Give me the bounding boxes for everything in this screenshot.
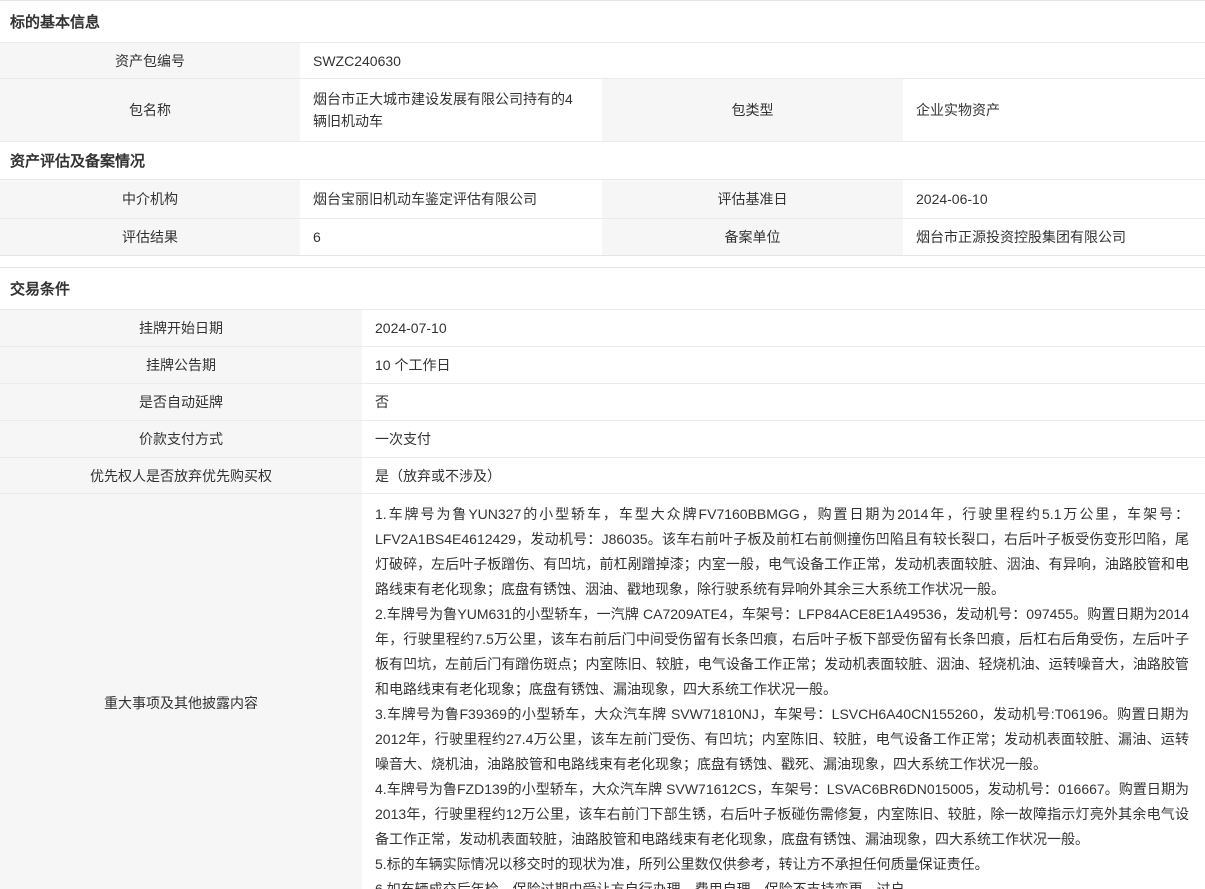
- listing-period-value: 10 个工作日: [362, 347, 1205, 383]
- section-title-basic-info: 标的基本信息: [0, 1, 1205, 42]
- table-row: 中介机构 烟台宝丽旧机动车鉴定评估有限公司 评估基准日 2024-06-10: [0, 179, 1205, 218]
- asset-package-no-label: 资产包编号: [0, 43, 300, 78]
- table-row: 资产包编号 SWZC240630: [0, 42, 1205, 78]
- filing-unit-value: 烟台市正源投资控股集团有限公司: [903, 219, 1205, 255]
- section-title-trade-conditions: 交易条件: [0, 268, 1205, 309]
- asset-package-no-value: SWZC240630: [300, 43, 1205, 78]
- auto-extension-label: 是否自动延牌: [0, 384, 362, 420]
- table-row: 优先权人是否放弃优先购买权 是（放弃或不涉及）: [0, 457, 1205, 493]
- listing-start-date-label: 挂牌开始日期: [0, 310, 362, 346]
- disclosure-label: 重大事项及其他披露内容: [0, 494, 362, 889]
- disclosure-item-4: 4.车牌号为鲁FZD139的小型轿车，大众汽车牌 SVW71612CS，车架号：…: [375, 777, 1189, 852]
- package-type-label: 包类型: [602, 79, 903, 141]
- table-row: 是否自动延牌 否: [0, 383, 1205, 420]
- disclosure-content: 1.车牌号为鲁YUN327的小型轿车，车型大众牌FV7160BBMGG，购置日期…: [362, 494, 1205, 889]
- package-name-label: 包名称: [0, 79, 300, 141]
- disclosure-item-1: 1.车牌号为鲁YUN327的小型轿车，车型大众牌FV7160BBMGG，购置日期…: [375, 502, 1189, 602]
- disclosure-item-3: 3.车牌号为鲁F39369的小型轿车，大众汽车牌 SVW71810NJ，车架号：…: [375, 702, 1189, 777]
- package-name-value: 烟台市正大城市建设发展有限公司持有的4辆旧机动车: [300, 79, 602, 141]
- agency-value: 烟台宝丽旧机动车鉴定评估有限公司: [300, 180, 602, 218]
- priority-right-waiver-label: 优先权人是否放弃优先购买权: [0, 458, 362, 493]
- disclosure-item-6: 6.如车辆成交后年检、保险过期由受让方自行办理，费用自理。保险不支持变更、过户。: [375, 877, 1189, 889]
- eval-result-label: 评估结果: [0, 219, 300, 255]
- asset-detail-page: 标的基本信息 资产包编号 SWZC240630 包名称 烟台市正大城市建设发展有…: [0, 0, 1205, 889]
- listing-period-label: 挂牌公告期: [0, 347, 362, 383]
- eval-result-value: 6: [300, 219, 602, 255]
- trade-conditions-table: 交易条件 挂牌开始日期 2024-07-10 挂牌公告期 10 个工作日 是否自…: [0, 267, 1205, 889]
- agency-label: 中介机构: [0, 180, 300, 218]
- package-type-value: 企业实物资产: [903, 79, 1205, 141]
- base-date-label: 评估基准日: [602, 180, 903, 218]
- section-title-evaluation: 资产评估及备案情况: [0, 141, 1205, 179]
- table-row: 价款支付方式 一次支付: [0, 420, 1205, 457]
- table-row: 评估结果 6 备案单位 烟台市正源投资控股集团有限公司: [0, 218, 1205, 255]
- basic-info-table: 标的基本信息 资产包编号 SWZC240630 包名称 烟台市正大城市建设发展有…: [0, 0, 1205, 256]
- section-gap: [0, 256, 1205, 267]
- payment-method-value: 一次支付: [362, 421, 1205, 457]
- priority-right-waiver-value: 是（放弃或不涉及）: [362, 458, 1205, 493]
- table-row: 挂牌公告期 10 个工作日: [0, 346, 1205, 383]
- disclosure-item-5: 5.标的车辆实际情况以移交时的现状为准，所列公里数仅供参考，转让方不承担任何质量…: [375, 852, 1189, 877]
- base-date-value: 2024-06-10: [903, 180, 1205, 218]
- auto-extension-value: 否: [362, 384, 1205, 420]
- disclosure-item-2: 2.车牌号为鲁YUM631的小型轿车，一汽牌 CA7209ATE4，车架号：LF…: [375, 602, 1189, 702]
- payment-method-label: 价款支付方式: [0, 421, 362, 457]
- table-row: 包名称 烟台市正大城市建设发展有限公司持有的4辆旧机动车 包类型 企业实物资产: [0, 78, 1205, 141]
- table-row-disclosure: 重大事项及其他披露内容 1.车牌号为鲁YUN327的小型轿车，车型大众牌FV71…: [0, 493, 1205, 889]
- listing-start-date-value: 2024-07-10: [362, 310, 1205, 346]
- table-row: 挂牌开始日期 2024-07-10: [0, 309, 1205, 346]
- filing-unit-label: 备案单位: [602, 219, 903, 255]
